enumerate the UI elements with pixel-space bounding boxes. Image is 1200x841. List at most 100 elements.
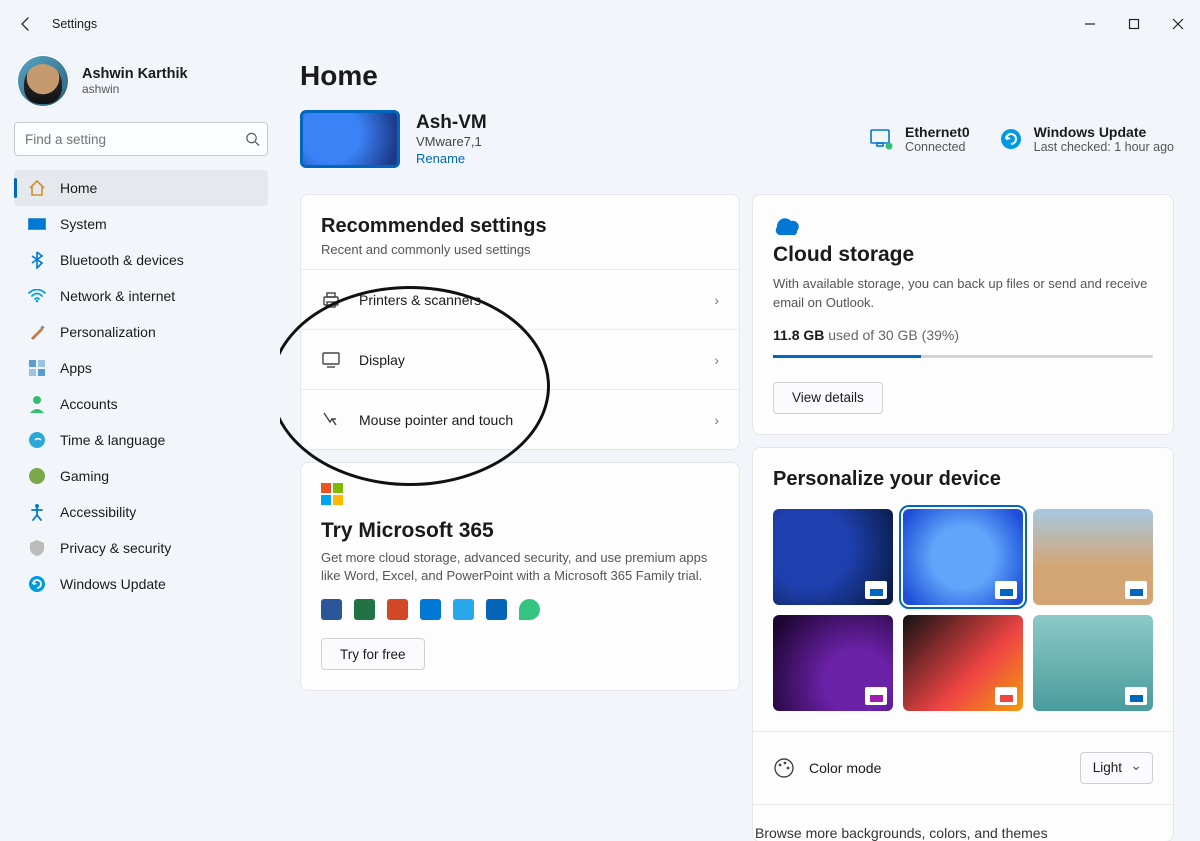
apps-icon [28,359,46,377]
network-status[interactable]: Ethernet0 Connected [869,124,970,154]
theme-option-5[interactable] [903,615,1023,711]
m365-title: Try Microsoft 365 [321,519,719,543]
close-button[interactable] [1156,9,1200,39]
network-sub: Connected [905,140,970,154]
reco-item-printers[interactable]: Printers & scanners › [301,269,739,329]
sidebar-item-label: Accounts [60,396,118,412]
sidebar-item-accessibility[interactable]: Accessibility [14,494,268,530]
theme-option-4[interactable] [773,615,893,711]
update-title: Windows Update [1034,124,1174,140]
sidebar-item-network[interactable]: Network & internet [14,278,268,314]
avatar [16,54,70,108]
sidebar-item-label: Gaming [60,468,109,484]
cloud-total: used of 30 GB (39%) [828,327,959,343]
view-details-button[interactable]: View details [773,382,883,414]
theme-option-6[interactable] [1033,615,1153,711]
device-subtitle: VMware7,1 [416,134,487,149]
powerpoint-icon [387,599,408,620]
ethernet-icon [869,128,893,150]
reco-item-display[interactable]: Display › [301,329,739,389]
system-icon [28,215,46,233]
color-mode-select[interactable]: Light [1080,752,1153,784]
sidebar-item-home[interactable]: Home [14,170,268,206]
microsoft-logo-icon [321,483,719,505]
sidebar-item-label: Network & internet [60,288,175,304]
search-box[interactable] [14,122,268,156]
excel-icon [354,599,375,620]
sidebar-item-system[interactable]: System [14,206,268,242]
profile-name: Ashwin Karthik [82,66,188,82]
sidebar-item-label: Accessibility [60,504,136,520]
display-icon [321,351,341,369]
theme-option-3[interactable] [1033,509,1153,605]
browse-more-link[interactable]: Browse more backgrounds, colors, and the… [755,825,1048,841]
m365-card: Try Microsoft 365 Get more cloud storage… [300,462,740,691]
sidebar-item-gaming[interactable]: Gaming [14,458,268,494]
profile-block[interactable]: Ashwin Karthik ashwin [14,54,268,108]
update-icon [28,575,46,593]
sidebar-item-label: System [60,216,107,232]
maximize-button[interactable] [1112,9,1156,39]
reco-item-label: Mouse pointer and touch [359,412,513,428]
outlook-icon [486,599,507,620]
sidebar-item-bluetooth[interactable]: Bluetooth & devices [14,242,268,278]
profile-username: ashwin [82,82,188,96]
sidebar-item-label: Privacy & security [60,540,171,556]
search-icon [245,132,260,147]
update-sub: Last checked: 1 hour ago [1034,140,1174,154]
theme-option-2[interactable] [903,509,1023,605]
sidebar-item-label: Home [60,180,97,196]
rename-link[interactable]: Rename [416,151,487,166]
back-button[interactable] [10,8,42,40]
sidebar-item-label: Windows Update [60,576,166,592]
defender-icon [420,599,441,620]
m365-app-icons [321,599,719,620]
chevron-right-icon: › [714,412,719,428]
theme-option-1[interactable] [773,509,893,605]
color-mode-label: Color mode [809,760,881,776]
sidebar-item-privacy[interactable]: Privacy & security [14,530,268,566]
sidebar-item-label: Bluetooth & devices [60,252,184,268]
printer-icon [321,290,341,310]
recommended-card: Recommended settings Recent and commonly… [300,194,740,450]
reco-item-mouse[interactable]: Mouse pointer and touch › [301,389,739,449]
search-input[interactable] [14,122,268,156]
reco-item-label: Printers & scanners [359,292,481,308]
mouse-icon [321,410,341,430]
storage-bar [773,355,1153,358]
chevron-right-icon: › [714,352,719,368]
personalize-card: Personalize your device Color mode Light [752,447,1174,841]
sidebar-item-label: Personalization [60,324,156,340]
recommended-sub: Recent and commonly used settings [321,242,719,257]
sidebar-item-time[interactable]: Time & language [14,422,268,458]
sidebar-item-accounts[interactable]: Accounts [14,386,268,422]
word-icon [321,599,342,620]
sidebar-item-update[interactable]: Windows Update [14,566,268,602]
reco-item-label: Display [359,352,405,368]
page-title: Home [300,60,1174,92]
cloud-used: 11.8 GB [773,327,824,343]
sidebar-item-label: Time & language [60,432,165,448]
try-for-free-button[interactable]: Try for free [321,638,425,670]
home-icon [28,179,46,197]
minimize-button[interactable] [1068,9,1112,39]
sidebar-item-personalization[interactable]: Personalization [14,314,268,350]
onedrive-icon [453,599,474,620]
personalization-icon [28,323,46,341]
accounts-icon [28,395,46,413]
cloud-body: With available storage, you can back up … [773,275,1153,313]
gaming-icon [28,467,46,485]
personalize-title: Personalize your device [773,468,1153,491]
update-icon [1000,128,1022,150]
family-icon [519,599,540,620]
chevron-right-icon: › [714,292,719,308]
device-thumbnail[interactable] [300,110,400,168]
color-mode-value: Light [1093,760,1122,775]
sidebar-item-apps[interactable]: Apps [14,350,268,386]
accessibility-icon [28,503,46,521]
device-name: Ash-VM [416,112,487,134]
time-icon [28,431,46,449]
sidebar-item-label: Apps [60,360,92,376]
update-status[interactable]: Windows Update Last checked: 1 hour ago [1000,124,1174,154]
window-title: Settings [52,17,97,31]
